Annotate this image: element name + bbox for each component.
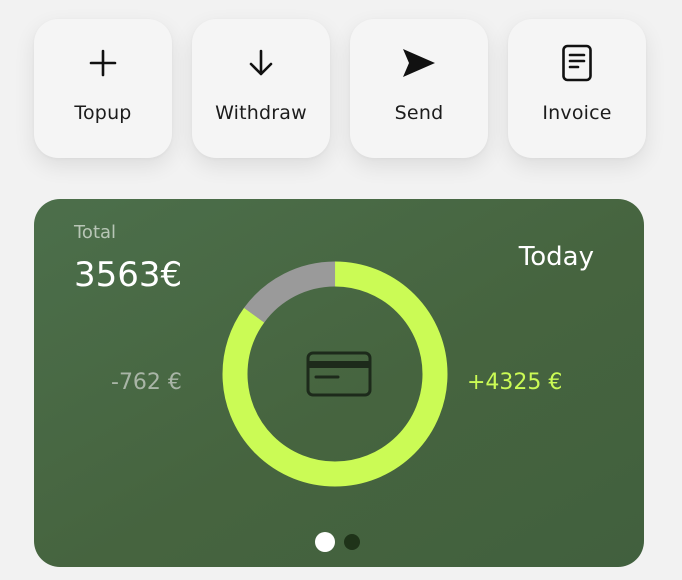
invoice-label: Invoice bbox=[542, 102, 612, 124]
page-dot-2[interactable] bbox=[344, 534, 360, 550]
invoice-button[interactable]: Invoice bbox=[508, 19, 646, 158]
topup-label: Topup bbox=[74, 102, 132, 124]
send-icon bbox=[399, 43, 439, 83]
plus-icon bbox=[83, 43, 123, 83]
quick-actions: Topup Withdraw Send Invoice bbox=[34, 19, 646, 158]
withdraw-label: Withdraw bbox=[215, 102, 307, 124]
send-label: Send bbox=[394, 102, 444, 124]
total-value: 3563€ bbox=[74, 255, 183, 295]
incoming-amount: +4325 € bbox=[467, 370, 563, 395]
total-label: Total bbox=[74, 222, 117, 243]
period-label: Today bbox=[518, 242, 594, 272]
arrow-down-icon bbox=[241, 43, 281, 83]
outgoing-amount: -762 € bbox=[111, 370, 182, 395]
credit-card-icon bbox=[306, 351, 372, 397]
invoice-icon bbox=[557, 43, 597, 83]
topup-button[interactable]: Topup bbox=[34, 19, 172, 158]
send-button[interactable]: Send bbox=[350, 19, 488, 158]
page-dot-1[interactable] bbox=[315, 532, 335, 552]
withdraw-button[interactable]: Withdraw bbox=[192, 19, 330, 158]
page-indicator bbox=[315, 532, 360, 552]
balance-card[interactable]: Total 3563€ Today -762 € +4325 € bbox=[34, 199, 644, 567]
